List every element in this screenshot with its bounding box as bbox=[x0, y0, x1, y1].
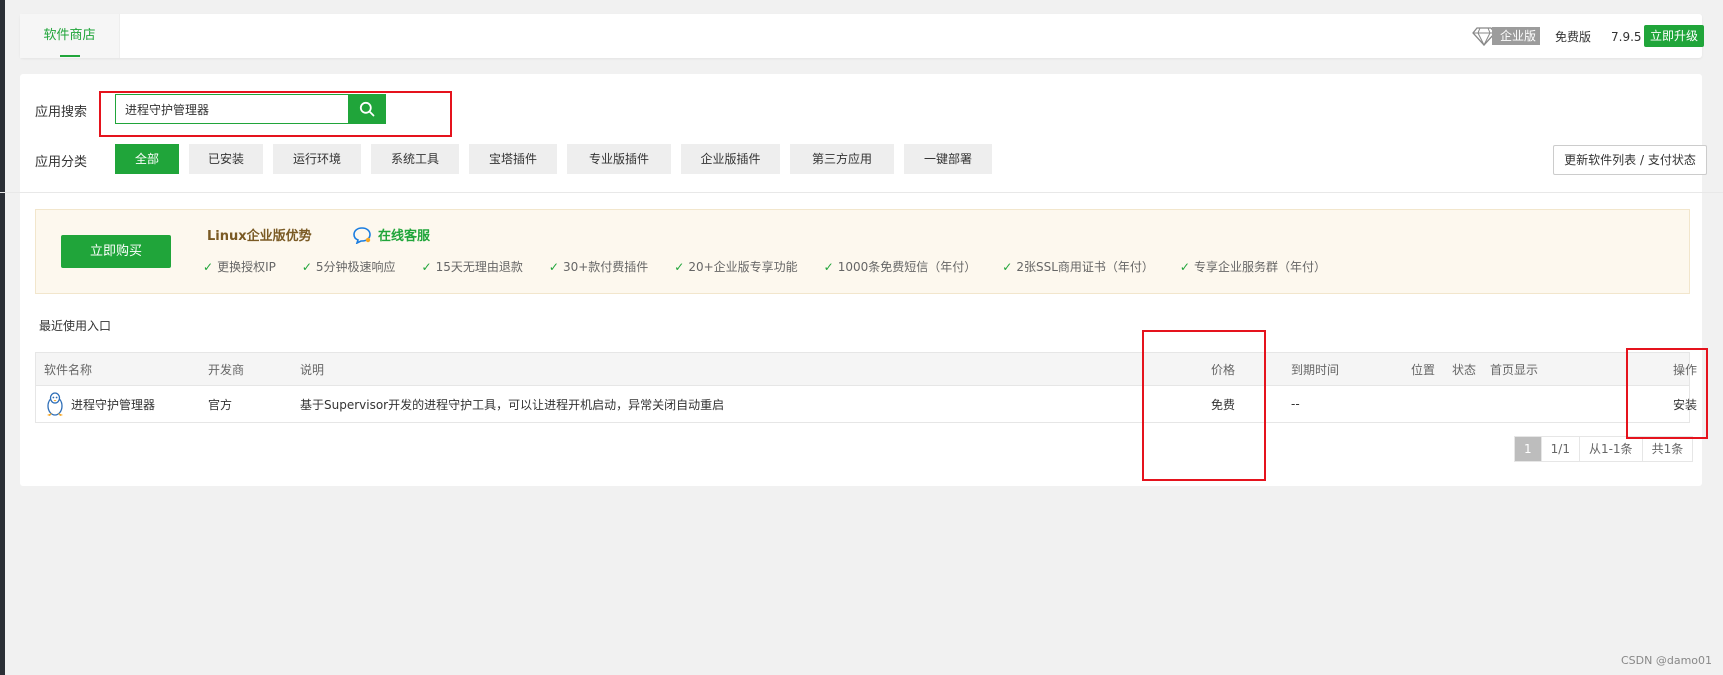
software-name: 进程守护管理器 bbox=[71, 397, 156, 412]
enterprise-label: 企业版 bbox=[1492, 27, 1541, 45]
feature-text: 20+企业版专享功能 bbox=[688, 260, 798, 274]
promo-banner: 立即购买 Linux企业版优势 在线客服 ✓ 更换授权IP ✓ 5分钟极速响应 ✓ 1… bbox=[35, 209, 1690, 294]
recent-entry-label: 最近使用入口 bbox=[39, 319, 112, 333]
refresh-list-button[interactable]: 更新软件列表 / 支付状态 bbox=[1553, 145, 1707, 175]
highlight-box-search bbox=[99, 91, 452, 137]
tab-software-store[interactable]: 软件商店 bbox=[20, 14, 120, 58]
category-pro-plugins[interactable]: 专业版插件 bbox=[567, 144, 671, 174]
feature-item: ✓ 更换授权IP bbox=[203, 258, 276, 275]
table-header: 软件名称 开发商 说明 价格 到期时间 位置 状态 首页显示 操作 bbox=[36, 353, 1697, 386]
promo-title: Linux企业版优势 bbox=[207, 229, 312, 244]
online-service-label: 在线客服 bbox=[378, 229, 431, 244]
software-name-cell: 进程守护管理器 bbox=[44, 386, 155, 422]
feature-text: 专享企业服务群（年付） bbox=[1193, 260, 1326, 274]
feature-item: ✓ 2张SSL商用证书（年付） bbox=[1002, 258, 1154, 275]
category-third-party[interactable]: 第三方应用 bbox=[790, 144, 894, 174]
check-icon: ✓ bbox=[421, 259, 432, 274]
check-icon: ✓ bbox=[548, 259, 559, 274]
version-number: 7.9.5 bbox=[1611, 30, 1642, 44]
online-service-link[interactable]: 在线客服 bbox=[352, 225, 430, 244]
category-installed[interactable]: 已安装 bbox=[189, 144, 263, 174]
category-runtime[interactable]: 运行环境 bbox=[273, 144, 361, 174]
tab-store-label: 软件商店 bbox=[43, 28, 96, 43]
feature-item: ✓ 5分钟极速响应 bbox=[302, 258, 396, 275]
feature-text: 30+款付费插件 bbox=[562, 260, 649, 274]
header-status: 状态 bbox=[1452, 362, 1477, 377]
feature-text: 1000条免费短信（年付） bbox=[837, 260, 977, 274]
page-range: 从1-1条 bbox=[1579, 437, 1643, 461]
highlight-box-price bbox=[1142, 330, 1266, 481]
developer-cell: 官方 bbox=[208, 397, 233, 412]
free-version-label: 免费版 bbox=[1555, 30, 1592, 44]
header-expire: 到期时间 bbox=[1291, 362, 1340, 377]
page-count: 1/1 bbox=[1541, 437, 1580, 461]
feature-item: ✓ 30+款付费插件 bbox=[549, 258, 648, 275]
check-icon: ✓ bbox=[823, 259, 834, 274]
enterprise-badge[interactable]: 企业版 bbox=[1472, 25, 1541, 47]
category-label: 应用分类 bbox=[35, 155, 88, 170]
category-system-tools[interactable]: 系统工具 bbox=[371, 144, 459, 174]
left-edge-strip bbox=[0, 0, 5, 675]
category-one-click-deploy[interactable]: 一键部署 bbox=[904, 144, 992, 174]
feature-text: 更换授权IP bbox=[217, 260, 276, 274]
feature-item: ✓ 15天无理由退款 bbox=[422, 258, 523, 275]
buy-now-button[interactable]: 立即购买 bbox=[61, 235, 171, 268]
highlight-box-action bbox=[1626, 348, 1708, 439]
page-current[interactable]: 1 bbox=[1515, 437, 1542, 461]
upgrade-button[interactable]: 立即升级 bbox=[1644, 25, 1704, 47]
feature-text: 15天无理由退款 bbox=[435, 260, 523, 274]
software-table: 软件名称 开发商 说明 价格 到期时间 位置 状态 首页显示 操作 进程守护管理… bbox=[35, 352, 1697, 423]
pagination: 1 1/1 从1-1条 共1条 bbox=[1514, 436, 1694, 462]
category-tabs: 全部 已安装 运行环境 系统工具 宝塔插件 专业版插件 企业版插件 第三方应用 … bbox=[115, 144, 1002, 174]
category-bt-plugins[interactable]: 宝塔插件 bbox=[469, 144, 557, 174]
header-homepage: 首页显示 bbox=[1490, 362, 1539, 377]
check-icon: ✓ bbox=[674, 259, 685, 274]
header-description: 说明 bbox=[300, 362, 325, 377]
check-icon: ✓ bbox=[301, 259, 312, 274]
description-cell: 基于Supervisor开发的进程守护工具，可以让进程开机启动，异常关闭自动重启 bbox=[300, 397, 725, 412]
promo-features: ✓ 更换授权IP ✓ 5分钟极速响应 ✓ 15天无理由退款 ✓ 30+款付费插件 ✓ 20… bbox=[203, 258, 1326, 275]
category-all[interactable]: 全部 bbox=[115, 144, 179, 174]
feature-item: ✓ 20+企业版专享功能 bbox=[674, 258, 797, 275]
header-developer: 开发商 bbox=[208, 362, 245, 377]
header-name: 软件名称 bbox=[44, 362, 93, 377]
check-icon: ✓ bbox=[203, 259, 214, 274]
search-label: 应用搜索 bbox=[35, 105, 88, 120]
feature-item: ✓ 1000条免费短信（年付） bbox=[824, 258, 977, 275]
category-enterprise-plugins[interactable]: 企业版插件 bbox=[681, 144, 780, 174]
expire-cell: -- bbox=[1291, 397, 1300, 411]
section-divider bbox=[0, 192, 1723, 193]
feature-text: 2张SSL商用证书（年付） bbox=[1016, 260, 1154, 274]
header-position: 位置 bbox=[1411, 362, 1436, 377]
watermark: CSDN @damo01 bbox=[1621, 654, 1713, 667]
feature-item: ✓ 专享企业服务群（年付） bbox=[1180, 258, 1326, 275]
page-total: 共1条 bbox=[1642, 437, 1693, 461]
linux-penguin-icon bbox=[47, 392, 63, 416]
table-row: 进程守护管理器 官方 基于Supervisor开发的进程守护工具，可以让进程开机… bbox=[36, 386, 1697, 422]
chat-icon bbox=[353, 226, 371, 244]
top-bar: 软件商店 企业版 免费版 7.9.5 立即升级 bbox=[20, 14, 1704, 58]
feature-text: 5分钟极速响应 bbox=[315, 260, 396, 274]
tab-active-underline bbox=[60, 55, 80, 57]
check-icon: ✓ bbox=[1179, 259, 1190, 274]
check-icon: ✓ bbox=[1002, 259, 1013, 274]
